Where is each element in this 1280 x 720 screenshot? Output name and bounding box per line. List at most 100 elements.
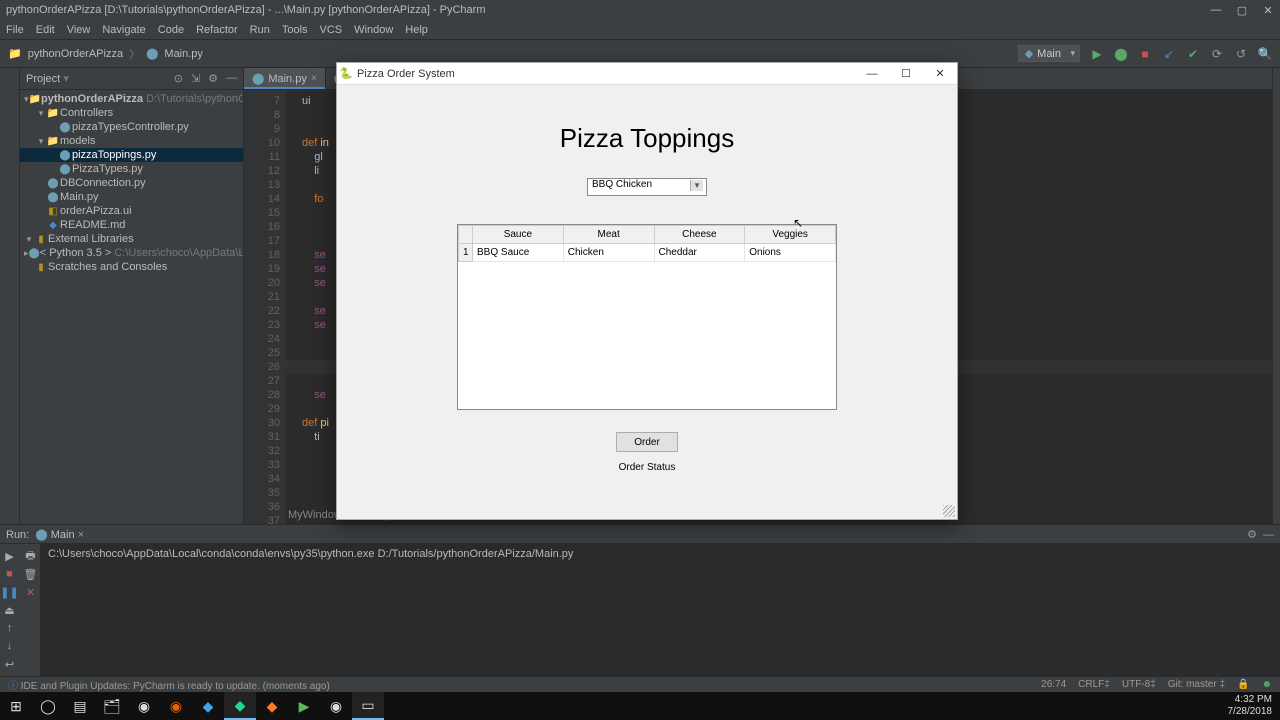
- vcs-history-icon[interactable]: ⟳: [1210, 47, 1224, 61]
- stop-icon[interactable]: ■: [1138, 47, 1152, 61]
- start-button[interactable]: ⊞: [0, 692, 32, 720]
- menu-run[interactable]: Run: [250, 24, 270, 36]
- xampp-icon[interactable]: ◆: [256, 692, 288, 720]
- tree-scratches[interactable]: ▮ Scratches and Consoles: [20, 260, 243, 274]
- menu-navigate[interactable]: Navigate: [102, 24, 145, 36]
- wrap-icon[interactable]: ↩: [2, 656, 18, 672]
- ide-maximize-icon[interactable]: ▢: [1236, 4, 1248, 17]
- line-separator[interactable]: CRLF‡: [1078, 679, 1110, 690]
- lock-icon[interactable]: 🔒: [1237, 679, 1249, 690]
- menu-view[interactable]: View: [67, 24, 91, 36]
- pause-icon[interactable]: ❚❚: [2, 584, 18, 600]
- caret-position[interactable]: 26:74: [1041, 679, 1066, 690]
- table-row[interactable]: 1 BBQ Sauce Chicken Cheddar Onions: [459, 244, 836, 262]
- git-branch[interactable]: Git: master ‡: [1168, 679, 1225, 690]
- close-icon[interactable]: ×: [311, 73, 317, 84]
- app-icon[interactable]: ▶: [288, 692, 320, 720]
- file-encoding[interactable]: UTF-8‡: [1122, 679, 1156, 690]
- tree-file[interactable]: ⬤ DBConnection.py: [20, 176, 243, 190]
- ide-close-icon[interactable]: ✕: [1262, 4, 1274, 17]
- pycharm-icon[interactable]: ◆: [224, 692, 256, 720]
- cell-meat[interactable]: Chicken: [563, 244, 654, 262]
- trash-icon[interactable]: 🗑: [23, 566, 39, 582]
- cell-veggies[interactable]: Onions: [745, 244, 836, 262]
- project-tree[interactable]: ▾📁 pythonOrderAPizza D:\Tutorials\python…: [20, 90, 244, 524]
- run-console[interactable]: C:\Users\choco\AppData\Local\conda\conda…: [40, 544, 1280, 676]
- tree-python-sdk[interactable]: ▸ ⬤ < Python 3.5 > C:\Users\choco\AppDat…: [20, 246, 243, 260]
- hide-icon[interactable]: —: [1263, 529, 1274, 541]
- chrome-icon[interactable]: ◉: [128, 692, 160, 720]
- menu-help[interactable]: Help: [405, 24, 428, 36]
- stop-icon[interactable]: ■: [2, 566, 18, 582]
- project-panel-header[interactable]: Project ▾ ⊙ ⇲ ⚙ —: [20, 68, 244, 90]
- menu-tools[interactable]: Tools: [282, 24, 308, 36]
- info-icon[interactable]: ⓘ: [8, 681, 18, 692]
- menu-code[interactable]: Code: [158, 24, 184, 36]
- firefox-icon[interactable]: ◉: [160, 692, 192, 720]
- maximize-button[interactable]: ☐: [889, 63, 923, 85]
- exit-icon[interactable]: ⏏: [2, 602, 18, 618]
- run-toolwindow-header[interactable]: Run: ⬤ Main × ⚙ —: [0, 524, 1280, 544]
- breadcrumb-project[interactable]: pythonOrderAPizza: [28, 48, 123, 60]
- tree-file[interactable]: ⬤ Main.py: [20, 190, 243, 204]
- cell-sauce[interactable]: BBQ Sauce: [473, 244, 564, 262]
- run-config-dropdown[interactable]: ◆ Main: [1018, 45, 1080, 62]
- hector-icon[interactable]: ☻: [1261, 679, 1272, 690]
- up-icon[interactable]: ↑: [2, 620, 18, 636]
- qt-titlebar[interactable]: 🐍 Pizza Order System — ☐ ✕: [337, 63, 957, 85]
- resize-grip-icon[interactable]: [943, 505, 955, 517]
- status-message[interactable]: IDE and Plugin Updates: PyCharm is ready…: [21, 681, 330, 692]
- run-play-icon[interactable]: ▶: [1090, 47, 1104, 61]
- print-icon[interactable]: 🖶: [23, 548, 39, 564]
- close-button[interactable]: ✕: [923, 63, 957, 85]
- tree-file[interactable]: ⬤ pizzaTypesController.py: [20, 120, 243, 134]
- debug-icon[interactable]: ⬤: [1114, 47, 1128, 61]
- col-header-meat[interactable]: Meat: [563, 226, 654, 244]
- down-icon[interactable]: ↓: [2, 638, 18, 654]
- autoscroll-icon[interactable]: ⊙: [174, 72, 183, 85]
- vcs-revert-icon[interactable]: ↺: [1234, 47, 1248, 61]
- tree-file[interactable]: ◧ orderAPizza.ui: [20, 204, 243, 218]
- taskview-icon[interactable]: ▤: [64, 692, 96, 720]
- python-window-icon[interactable]: ▭: [352, 692, 384, 720]
- menu-file[interactable]: File: [6, 24, 24, 36]
- collapse-icon[interactable]: ⇲: [191, 72, 200, 85]
- menu-vcs[interactable]: VCS: [320, 24, 343, 36]
- explorer-icon[interactable]: 🗂: [96, 692, 128, 720]
- close-icon[interactable]: ×: [78, 529, 84, 541]
- tree-file[interactable]: ⬤ PizzaTypes.py: [20, 162, 243, 176]
- vcs-update-icon[interactable]: ↙: [1162, 47, 1176, 61]
- toppings-table[interactable]: Sauce Meat Cheese Veggies 1 BBQ Sauce Ch…: [457, 224, 837, 410]
- pizza-type-combobox[interactable]: BBQ Chicken: [587, 178, 707, 196]
- menu-window[interactable]: Window: [354, 24, 393, 36]
- cortana-icon[interactable]: ◯: [32, 692, 64, 720]
- col-header-cheese[interactable]: Cheese: [654, 226, 745, 244]
- gear-icon[interactable]: ⚙: [208, 72, 218, 85]
- vcs-commit-icon[interactable]: ✔: [1186, 47, 1200, 61]
- menu-refactor[interactable]: Refactor: [196, 24, 238, 36]
- order-button[interactable]: Order: [616, 432, 678, 452]
- close-icon[interactable]: ✕: [23, 584, 39, 600]
- editor-tab-main[interactable]: ⬤ Main.py ×: [244, 68, 326, 89]
- corner-header[interactable]: [459, 226, 473, 244]
- tree-external-libraries[interactable]: ▾ ▮ External Libraries: [20, 232, 243, 246]
- rerun-icon[interactable]: ▶: [2, 548, 18, 564]
- cell-cheese[interactable]: Cheddar: [654, 244, 745, 262]
- col-header-sauce[interactable]: Sauce: [473, 226, 564, 244]
- breadcrumb-file[interactable]: Main.py: [164, 48, 203, 60]
- search-icon[interactable]: 🔍: [1258, 47, 1272, 61]
- col-header-veggies[interactable]: Veggies: [745, 226, 836, 244]
- vscode-icon[interactable]: ◆: [192, 692, 224, 720]
- tree-file[interactable]: ◆ README.md: [20, 218, 243, 232]
- hide-icon[interactable]: —: [226, 72, 237, 85]
- tree-file-selected[interactable]: ⬤ pizzaToppings.py: [20, 148, 243, 162]
- tree-folder-controllers[interactable]: ▾ 📁 Controllers: [20, 106, 243, 120]
- tree-folder-models[interactable]: ▾ 📁 models: [20, 134, 243, 148]
- minimize-button[interactable]: —: [855, 63, 889, 85]
- obs-icon[interactable]: ◉: [320, 692, 352, 720]
- menu-edit[interactable]: Edit: [36, 24, 55, 36]
- taskbar-clock[interactable]: 4:32 PM 7/28/2018: [1220, 694, 1280, 718]
- tree-root[interactable]: ▾📁 pythonOrderAPizza D:\Tutorials\python…: [20, 92, 243, 106]
- ide-minimize-icon[interactable]: —: [1210, 4, 1222, 17]
- gear-icon[interactable]: ⚙: [1247, 529, 1257, 541]
